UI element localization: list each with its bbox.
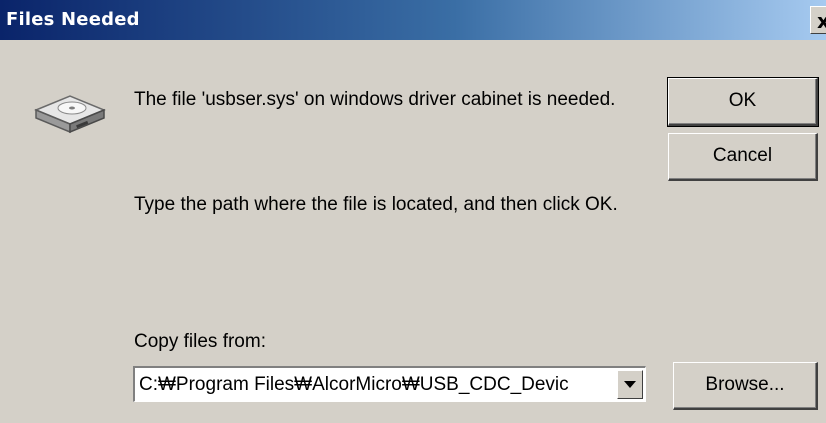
message-instructions: Type the path where the file is located,… — [134, 194, 618, 215]
message-file-needed: The file 'usbser.sys' on windows driver … — [134, 89, 616, 110]
copy-files-from-label: Copy files from: — [134, 331, 266, 352]
browse-button[interactable]: Browse... — [673, 362, 818, 410]
chevron-down-icon[interactable] — [617, 370, 643, 399]
close-button[interactable]: x — [810, 6, 826, 34]
copy-files-from-value[interactable]: C:₩Program Files₩AlcorMicro₩USB_CDC_Devi… — [139, 374, 617, 396]
cancel-button[interactable]: Cancel — [668, 133, 818, 181]
copy-files-from-combobox[interactable]: C:₩Program Files₩AlcorMicro₩USB_CDC_Devi… — [133, 366, 646, 402]
window-title: Files Needed — [6, 9, 140, 30]
ok-button[interactable]: OK — [667, 77, 819, 127]
hard-drive-icon — [34, 95, 106, 134]
title-bar[interactable]: Files Needed x — [0, 0, 826, 40]
close-icon: x — [817, 9, 826, 33]
files-needed-dialog: Files Needed x The file 'usbser.sys' on … — [0, 0, 826, 423]
